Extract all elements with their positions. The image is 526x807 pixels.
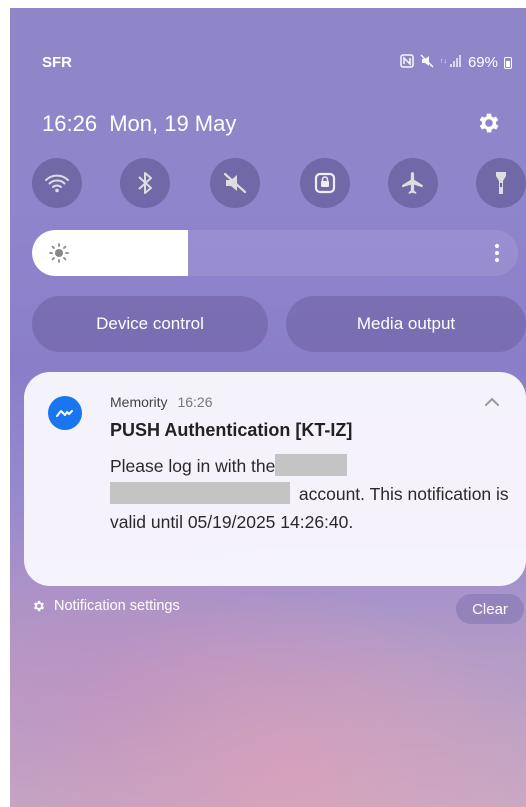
brightness-slider[interactable] bbox=[32, 230, 518, 276]
notification-settings-link[interactable]: Notification settings bbox=[32, 598, 180, 614]
notification-shade: SFR ↑↓ 69% 16:26 Mon, 19 May Device cont… bbox=[10, 8, 526, 807]
notification-title: PUSH Authentication [KT-IZ] bbox=[110, 420, 353, 440]
date-time: 16:26 Mon, 19 May bbox=[42, 111, 236, 137]
rotation-lock-icon bbox=[314, 172, 336, 194]
bluetooth-icon bbox=[138, 172, 152, 194]
signal-icon: ↑↓ bbox=[440, 54, 462, 71]
qs-flashlight-toggle[interactable] bbox=[476, 158, 526, 208]
qs-airplane-toggle[interactable] bbox=[388, 158, 438, 208]
redacted-block bbox=[275, 454, 348, 476]
status-bar: SFR ↑↓ 69% bbox=[30, 54, 512, 78]
chevron-up-icon[interactable] bbox=[484, 396, 500, 408]
airplane-icon bbox=[402, 172, 423, 194]
qs-wifi-toggle[interactable] bbox=[32, 158, 82, 208]
nfc-icon bbox=[400, 54, 414, 71]
notification-body: Please log in with the account. This not… bbox=[110, 452, 510, 536]
sun-icon bbox=[49, 243, 69, 263]
device-control-button[interactable]: Device control bbox=[32, 296, 268, 352]
qs-bluetooth-toggle[interactable] bbox=[120, 158, 170, 208]
qs-rotation-lock-toggle[interactable] bbox=[300, 158, 350, 208]
notification-settings-label: Notification settings bbox=[54, 598, 180, 614]
more-options-icon[interactable] bbox=[494, 243, 500, 263]
quick-settings bbox=[32, 158, 526, 208]
battery-percent: 69% bbox=[467, 54, 498, 71]
gear-icon bbox=[33, 600, 45, 612]
memority-app-icon bbox=[48, 396, 82, 430]
status-icons: ↑↓ 69% bbox=[400, 54, 512, 71]
svg-text:↑↓: ↑↓ bbox=[440, 58, 447, 65]
clear-button[interactable]: Clear bbox=[456, 594, 524, 624]
redacted-block bbox=[110, 482, 290, 504]
mute-icon bbox=[420, 54, 434, 71]
qs-sound-toggle[interactable] bbox=[210, 158, 260, 208]
date: Mon, 19 May bbox=[109, 111, 237, 136]
app-name: Memority bbox=[110, 394, 168, 410]
body-text-1: Please log in with the bbox=[110, 456, 276, 476]
battery-icon bbox=[504, 56, 512, 69]
notification-meta: Memority 16:26 bbox=[110, 394, 213, 410]
notification-time: 16:26 bbox=[177, 394, 213, 410]
media-output-button[interactable]: Media output bbox=[286, 296, 526, 352]
clock: 16:26 bbox=[42, 111, 98, 136]
notification-card[interactable]: Memority 16:26 PUSH Authentication [KT-I… bbox=[24, 372, 526, 586]
wifi-icon bbox=[45, 174, 69, 193]
settings-gear-icon[interactable] bbox=[476, 110, 502, 136]
flashlight-icon bbox=[496, 172, 506, 194]
carrier-label: SFR bbox=[42, 54, 72, 71]
mute-icon bbox=[223, 172, 247, 194]
